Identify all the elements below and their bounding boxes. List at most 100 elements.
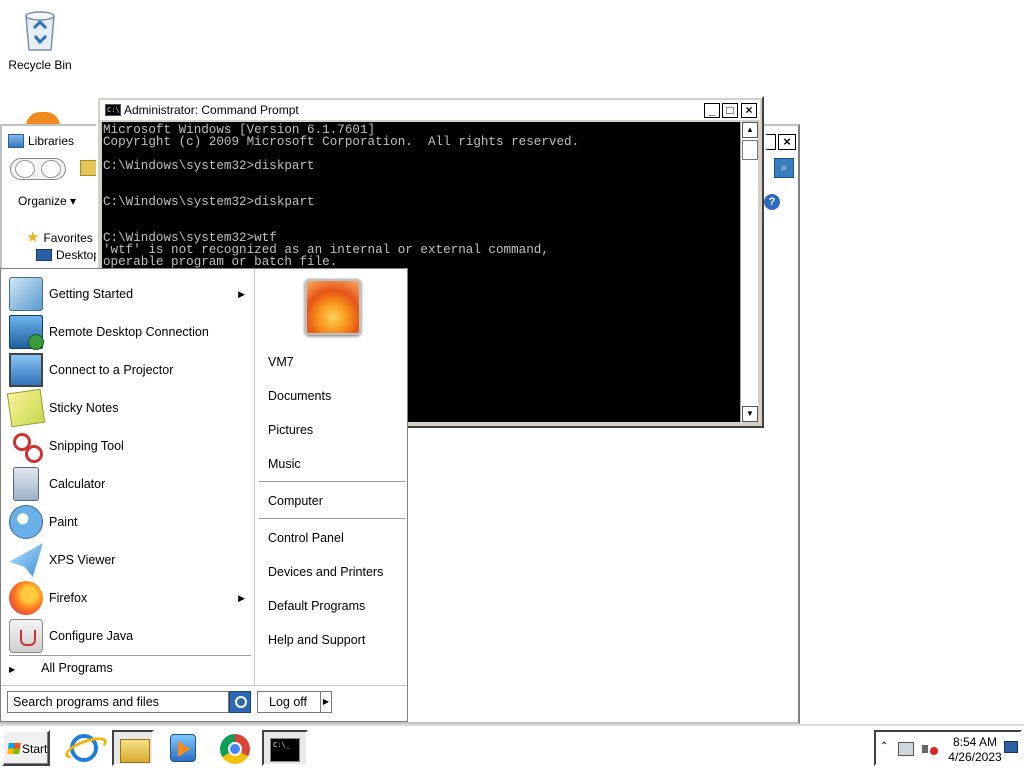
expand-arrow-icon: ▶ [9, 665, 16, 674]
help-support-link[interactable]: Help and Support [268, 633, 365, 647]
program-snipping-tool[interactable]: Snipping Tool [9, 427, 253, 465]
show-desktop-icon[interactable] [1004, 741, 1018, 753]
windows-logo-icon [7, 743, 21, 754]
console-line: Copyright (c) 2009 Microsoft Corporation… [103, 135, 580, 149]
program-remote-desktop[interactable]: Remote Desktop Connection [9, 313, 253, 351]
taskbar: Start C:\_ ⌃ 8:54 AM 4/26/2023 [0, 724, 1024, 768]
divider [1, 685, 407, 686]
favorites-item[interactable]: ★ Favorites [26, 228, 93, 246]
projector-icon [9, 353, 43, 387]
close-button[interactable]: × [741, 103, 757, 118]
all-programs-button[interactable]: ▶ All Programs [9, 661, 251, 675]
control-panel-link[interactable]: Control Panel [268, 531, 344, 545]
internet-explorer-icon [70, 734, 98, 762]
clock[interactable]: 8:54 AM 4/26/2023 [946, 735, 1004, 765]
program-firefox[interactable]: Firefox ▶ [9, 579, 253, 617]
taskbar-windows-explorer[interactable] [112, 730, 154, 766]
back-button[interactable] [15, 160, 35, 178]
forward-button[interactable] [41, 160, 61, 178]
volume-muted-icon[interactable] [922, 742, 938, 756]
paint-icon [9, 505, 43, 539]
start-label: Start [22, 742, 48, 756]
maximize-button[interactable]: □ [722, 103, 738, 118]
divider [259, 518, 405, 520]
program-calculator[interactable]: Calculator [9, 465, 253, 503]
divider [9, 655, 251, 657]
devices-printers-link[interactable]: Devices and Printers [268, 565, 383, 579]
cmd-scrollbar[interactable]: ▲ ▼ [740, 122, 758, 422]
recycle-bin[interactable]: Recycle Bin [0, 6, 80, 72]
program-label: Paint [49, 515, 78, 529]
program-paint[interactable]: Paint [9, 503, 253, 541]
windows-explorer-icon [120, 739, 150, 763]
getting-started-icon [9, 277, 43, 311]
program-getting-started[interactable]: Getting Started ▶ [9, 275, 253, 313]
minimize-button[interactable]: _ [704, 103, 720, 118]
command-prompt-icon: C:\_ [270, 738, 300, 762]
default-programs-link[interactable]: Default Programs [268, 599, 365, 613]
all-programs-label: All Programs [41, 661, 113, 675]
recycle-bin-icon [20, 6, 60, 52]
command-prompt-icon: C:\ [105, 104, 121, 116]
taskbar-internet-explorer[interactable] [64, 730, 106, 766]
program-label: Sticky Notes [49, 401, 119, 415]
desktop-label: Desktop [56, 248, 101, 262]
cmd-title-bar[interactable]: C:\ Administrator: Command Prompt _ □ × [100, 100, 760, 120]
console-line: C:\Windows\system32>diskpart [103, 195, 315, 209]
network-icon[interactable] [898, 742, 914, 756]
explorer-title: Libraries [28, 134, 75, 148]
media-player-icon [170, 734, 196, 762]
libraries-icon [8, 134, 24, 148]
firefox-icon [9, 581, 43, 615]
maximize-button[interactable] [766, 134, 776, 150]
show-hidden-icons-icon[interactable]: ⌃ [880, 741, 888, 752]
program-xps-viewer[interactable]: XPS Viewer [9, 541, 253, 579]
recycle-bin-label: Recycle Bin [8, 58, 72, 72]
star-icon: ★ [26, 229, 40, 246]
taskbar-media-player[interactable] [162, 730, 204, 766]
scroll-thumb[interactable] [742, 140, 758, 160]
taskbar-chrome[interactable] [214, 730, 256, 766]
desktop-nav-item[interactable]: Desktop [36, 248, 100, 262]
start-search-input[interactable]: Search programs and files [7, 691, 229, 713]
nav-buttons [10, 158, 66, 180]
documents-link[interactable]: Documents [268, 389, 331, 403]
user-folder-link[interactable]: VM7 [268, 355, 294, 369]
remote-desktop-icon [9, 315, 44, 350]
search-icon[interactable] [229, 691, 251, 713]
music-link[interactable]: Music [268, 457, 301, 471]
close-button[interactable]: × [778, 134, 796, 150]
submenu-arrow-icon: ▶ [238, 592, 245, 603]
clock-date: 4/26/2023 [948, 750, 1002, 764]
user-avatar[interactable] [305, 279, 361, 335]
start-menu-places: VM7 Documents Pictures Music Computer Co… [257, 269, 407, 685]
program-configure-java[interactable]: Configure Java [9, 617, 253, 655]
submenu-arrow-icon: ▶ [238, 288, 245, 299]
program-label: Snipping Tool [49, 439, 124, 453]
program-sticky-notes[interactable]: Sticky Notes [6, 388, 253, 428]
organize-menu[interactable]: Organize ▾ [18, 194, 76, 208]
pictures-link[interactable]: Pictures [268, 423, 313, 437]
divider [259, 481, 405, 483]
chrome-icon [220, 734, 250, 764]
scroll-up-icon[interactable]: ▲ [742, 122, 758, 138]
program-label: XPS Viewer [49, 553, 116, 567]
program-label: Remote Desktop Connection [49, 325, 209, 339]
clock-time: 8:54 AM [952, 735, 998, 749]
shutdown-options-arrow-icon[interactable]: ▶ [320, 691, 332, 713]
desktop-icon [36, 249, 52, 261]
start-button[interactable]: Start [2, 730, 50, 766]
cmd-title: Administrator: Command Prompt [124, 103, 299, 117]
program-projector[interactable]: Connect to a Projector [9, 351, 253, 389]
program-label: Firefox [49, 591, 88, 605]
scroll-down-icon[interactable]: ▼ [742, 406, 758, 422]
console-line: operable program or batch file. [103, 255, 338, 269]
taskbar-command-prompt[interactable]: C:\_ [262, 730, 308, 766]
sticky-notes-icon [6, 388, 46, 428]
search-icon[interactable]: ⌕ [774, 158, 794, 178]
help-icon[interactable]: ? [764, 194, 780, 210]
log-off-button[interactable]: Log off [257, 691, 321, 713]
calculator-icon [13, 467, 39, 501]
computer-link[interactable]: Computer [268, 494, 323, 508]
